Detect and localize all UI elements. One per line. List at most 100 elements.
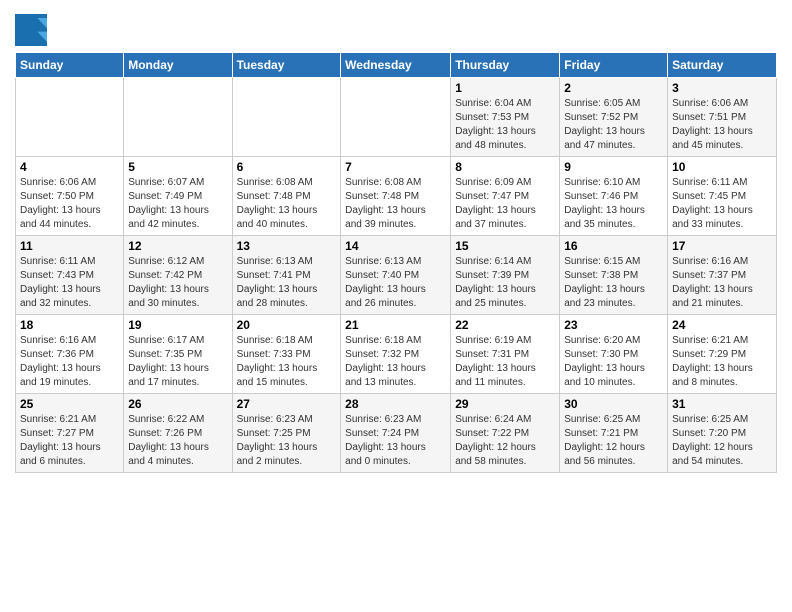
calendar-cell: 18Sunrise: 6:16 AM Sunset: 7:36 PM Dayli… <box>16 315 124 394</box>
day-info: Sunrise: 6:08 AM Sunset: 7:48 PM Dayligh… <box>237 176 337 232</box>
calendar-cell: 31Sunrise: 6:25 AM Sunset: 7:20 PM Dayli… <box>668 394 777 473</box>
calendar-cell: 16Sunrise: 6:15 AM Sunset: 7:38 PM Dayli… <box>560 236 668 315</box>
header-cell-tuesday: Tuesday <box>232 53 341 78</box>
calendar-cell <box>232 78 341 157</box>
calendar-cell: 11 Sunrise: 6:11 AM Sunset: 7:43 PM Dayli… <box>16 236 124 315</box>
calendar-cell: 22 Sunrise: 6:19 AM Sunset: 7:31 PM Dayli… <box>451 315 560 394</box>
week-row-1: 1 Sunrise: 6:04 AM Sunset: 7:53 PM Daylig… <box>16 78 777 157</box>
day-info: Sunrise: 6:07 AM Sunset: 7:49 PM Dayligh… <box>128 176 227 232</box>
day-number: 14 <box>345 239 446 253</box>
week-row-5: 25Sunrise: 6:21 AM Sunset: 7:27 PM Dayli… <box>16 394 777 473</box>
day-info: Sunrise: 6:22 AM Sunset: 7:26 PM Dayligh… <box>128 413 227 469</box>
day-info: Sunrise: 6:24 AM Sunset: 7:22 PM Dayligh… <box>455 413 555 469</box>
calendar-cell: 25Sunrise: 6:21 AM Sunset: 7:27 PM Dayli… <box>16 394 124 473</box>
day-number: 11 <box>20 239 119 253</box>
day-info: Sunrise: 6:16 AM Sunset: 7:36 PM Dayligh… <box>20 334 119 390</box>
day-number: 22 <box>455 318 555 332</box>
day-number: 12 <box>128 239 227 253</box>
calendar-cell: 7 Sunrise: 6:08 AM Sunset: 7:48 PM Daylig… <box>341 157 451 236</box>
calendar-cell: 21 Sunrise: 6:18 AM Sunset: 7:32 PM Dayli… <box>341 315 451 394</box>
day-info: Sunrise: 6:19 AM Sunset: 7:31 PM Dayligh… <box>455 334 555 390</box>
header-cell-friday: Friday <box>560 53 668 78</box>
day-info: Sunrise: 6:04 AM Sunset: 7:53 PM Dayligh… <box>455 97 555 153</box>
calendar-cell: 1 Sunrise: 6:04 AM Sunset: 7:53 PM Daylig… <box>451 78 560 157</box>
day-info: Sunrise: 6:23 AM Sunset: 7:25 PM Dayligh… <box>237 413 337 469</box>
day-number: 27 <box>237 397 337 411</box>
calendar-cell <box>341 78 451 157</box>
calendar-cell: 17 Sunrise: 6:16 AM Sunset: 7:37 PM Dayli… <box>668 236 777 315</box>
day-info: Sunrise: 6:25 AM Sunset: 7:21 PM Dayligh… <box>564 413 663 469</box>
day-info: Sunrise: 6:06 AM Sunset: 7:50 PM Dayligh… <box>20 176 119 232</box>
day-number: 8 <box>455 160 555 174</box>
calendar-cell: 20 Sunrise: 6:18 AM Sunset: 7:33 PM Dayli… <box>232 315 341 394</box>
day-info: Sunrise: 6:08 AM Sunset: 7:48 PM Dayligh… <box>345 176 446 232</box>
day-info: Sunrise: 6:11 AM Sunset: 7:43 PM Dayligh… <box>20 255 119 311</box>
calendar-body: 1 Sunrise: 6:04 AM Sunset: 7:53 PM Daylig… <box>16 78 777 473</box>
calendar-cell: 14 Sunrise: 6:13 AM Sunset: 7:40 PM Dayli… <box>341 236 451 315</box>
day-number: 30 <box>564 397 663 411</box>
calendar-cell: 30 Sunrise: 6:25 AM Sunset: 7:21 PM Dayli… <box>560 394 668 473</box>
calendar-cell: 2 Sunrise: 6:05 AM Sunset: 7:52 PM Daylig… <box>560 78 668 157</box>
header-row: SundayMondayTuesdayWednesdayThursdayFrid… <box>16 53 777 78</box>
calendar-cell <box>124 78 232 157</box>
day-info: Sunrise: 6:14 AM Sunset: 7:39 PM Dayligh… <box>455 255 555 311</box>
day-number: 28 <box>345 397 446 411</box>
day-info: Sunrise: 6:12 AM Sunset: 7:42 PM Dayligh… <box>128 255 227 311</box>
logo-icon <box>15 14 47 46</box>
day-info: Sunrise: 6:15 AM Sunset: 7:38 PM Dayligh… <box>564 255 663 311</box>
calendar-cell: 9Sunrise: 6:10 AM Sunset: 7:46 PM Daylig… <box>560 157 668 236</box>
day-info: Sunrise: 6:21 AM Sunset: 7:29 PM Dayligh… <box>672 334 772 390</box>
calendar-cell: 6Sunrise: 6:08 AM Sunset: 7:48 PM Daylig… <box>232 157 341 236</box>
day-info: Sunrise: 6:20 AM Sunset: 7:30 PM Dayligh… <box>564 334 663 390</box>
day-number: 21 <box>345 318 446 332</box>
calendar-cell: 13Sunrise: 6:13 AM Sunset: 7:41 PM Dayli… <box>232 236 341 315</box>
day-number: 26 <box>128 397 227 411</box>
calendar-cell: 23 Sunrise: 6:20 AM Sunset: 7:30 PM Dayli… <box>560 315 668 394</box>
day-number: 1 <box>455 81 555 95</box>
calendar-cell: 28 Sunrise: 6:23 AM Sunset: 7:24 PM Dayli… <box>341 394 451 473</box>
day-info: Sunrise: 6:11 AM Sunset: 7:45 PM Dayligh… <box>672 176 772 232</box>
header <box>15 10 777 46</box>
day-number: 24 <box>672 318 772 332</box>
day-info: Sunrise: 6:09 AM Sunset: 7:47 PM Dayligh… <box>455 176 555 232</box>
day-number: 15 <box>455 239 555 253</box>
calendar-header: SundayMondayTuesdayWednesdayThursdayFrid… <box>16 53 777 78</box>
calendar-table: SundayMondayTuesdayWednesdayThursdayFrid… <box>15 52 777 473</box>
day-info: Sunrise: 6:21 AM Sunset: 7:27 PM Dayligh… <box>20 413 119 469</box>
day-number: 3 <box>672 81 772 95</box>
header-cell-saturday: Saturday <box>668 53 777 78</box>
calendar-cell: 15 Sunrise: 6:14 AM Sunset: 7:39 PM Dayli… <box>451 236 560 315</box>
day-number: 10 <box>672 160 772 174</box>
day-info: Sunrise: 6:18 AM Sunset: 7:33 PM Dayligh… <box>237 334 337 390</box>
calendar-cell: 4 Sunrise: 6:06 AM Sunset: 7:50 PM Daylig… <box>16 157 124 236</box>
header-cell-monday: Monday <box>124 53 232 78</box>
calendar-cell: 19 Sunrise: 6:17 AM Sunset: 7:35 PM Dayli… <box>124 315 232 394</box>
day-info: Sunrise: 6:05 AM Sunset: 7:52 PM Dayligh… <box>564 97 663 153</box>
day-number: 23 <box>564 318 663 332</box>
calendar-cell: 24 Sunrise: 6:21 AM Sunset: 7:29 PM Dayli… <box>668 315 777 394</box>
header-cell-wednesday: Wednesday <box>341 53 451 78</box>
day-info: Sunrise: 6:17 AM Sunset: 7:35 PM Dayligh… <box>128 334 227 390</box>
calendar-cell <box>16 78 124 157</box>
day-info: Sunrise: 6:16 AM Sunset: 7:37 PM Dayligh… <box>672 255 772 311</box>
day-number: 9 <box>564 160 663 174</box>
day-number: 7 <box>345 160 446 174</box>
day-info: Sunrise: 6:23 AM Sunset: 7:24 PM Dayligh… <box>345 413 446 469</box>
week-row-2: 4 Sunrise: 6:06 AM Sunset: 7:50 PM Daylig… <box>16 157 777 236</box>
day-info: Sunrise: 6:18 AM Sunset: 7:32 PM Dayligh… <box>345 334 446 390</box>
day-info: Sunrise: 6:13 AM Sunset: 7:40 PM Dayligh… <box>345 255 446 311</box>
day-number: 19 <box>128 318 227 332</box>
day-number: 20 <box>237 318 337 332</box>
calendar-cell: 8 Sunrise: 6:09 AM Sunset: 7:47 PM Daylig… <box>451 157 560 236</box>
day-number: 29 <box>455 397 555 411</box>
day-number: 13 <box>237 239 337 253</box>
day-number: 4 <box>20 160 119 174</box>
calendar-cell: 12 Sunrise: 6:12 AM Sunset: 7:42 PM Dayli… <box>124 236 232 315</box>
header-cell-sunday: Sunday <box>16 53 124 78</box>
day-info: Sunrise: 6:06 AM Sunset: 7:51 PM Dayligh… <box>672 97 772 153</box>
day-number: 2 <box>564 81 663 95</box>
calendar-cell: 10 Sunrise: 6:11 AM Sunset: 7:45 PM Dayli… <box>668 157 777 236</box>
calendar-cell: 26 Sunrise: 6:22 AM Sunset: 7:26 PM Dayli… <box>124 394 232 473</box>
day-number: 17 <box>672 239 772 253</box>
calendar-cell: 27 Sunrise: 6:23 AM Sunset: 7:25 PM Dayli… <box>232 394 341 473</box>
